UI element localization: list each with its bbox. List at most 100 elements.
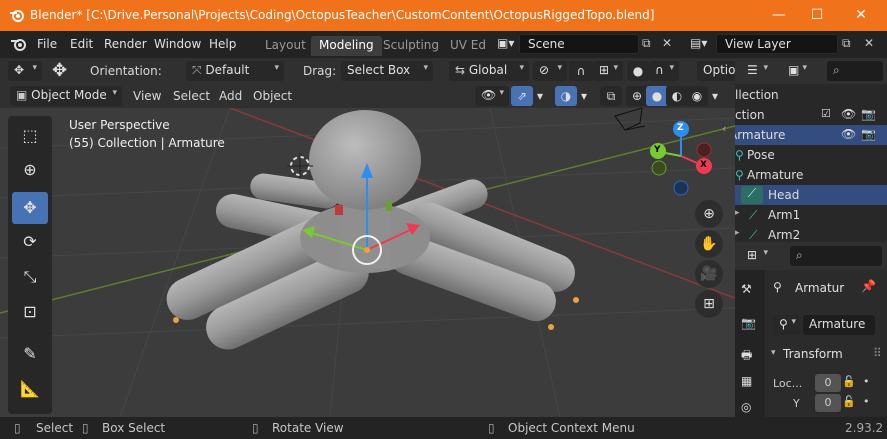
keyframe-dot-icon[interactable]: • (863, 395, 870, 408)
snap-toggle-icon[interactable]: ∩ (569, 61, 593, 81)
solid-shading-icon[interactable]: ● (646, 86, 668, 106)
camera-view-icon[interactable]: 🎥 (695, 260, 723, 288)
sidebar-collapse-icon[interactable]: ‹ (722, 122, 726, 135)
outliner-row[interactable]: llection (735, 85, 887, 105)
editor-type-dropdown[interactable]: ⊞ ▾ (741, 246, 773, 266)
gizmo-x-label[interactable]: X (700, 160, 707, 170)
scene-field[interactable]: Scene (519, 34, 639, 54)
measure-tool-icon[interactable]: 📐 (12, 373, 48, 405)
transform-section-title[interactable]: Transform (783, 347, 843, 361)
menu-file[interactable]: File (37, 37, 57, 51)
properties-search-input[interactable]: ⌕ (790, 246, 882, 266)
outliner-row[interactable]: ▸ ⟋ Arm2 (735, 225, 887, 242)
menu-help[interactable]: Help (209, 37, 236, 51)
options-dropdown[interactable]: Optio (697, 61, 735, 81)
snap-target-dropdown[interactable]: ⊞ ▾ (593, 61, 623, 81)
tab-sculpting[interactable]: Sculpting (375, 36, 447, 56)
tab-uv-editing[interactable]: UV Ed (442, 36, 494, 56)
blender-menu-icon[interactable] (10, 36, 28, 55)
mode-dropdown[interactable]: ▣ Object Mode ▾ (10, 86, 122, 106)
outliner-row[interactable]: Armature 👁 📷 (735, 125, 887, 145)
new-scene-icon[interactable]: ⧉ (642, 36, 651, 51)
outliner-row[interactable]: ction ☑ 👁 📷 (735, 105, 887, 125)
camera-render-icon[interactable]: 📷 (861, 107, 876, 121)
data-browse-dropdown[interactable]: ⚲ ▾ (773, 315, 801, 335)
xray-toggle-icon[interactable]: ⧉ (600, 86, 622, 106)
pin-icon[interactable]: 📌 (861, 279, 876, 293)
wireframe-shading-icon[interactable]: ⊕ (626, 86, 648, 106)
output-tab-icon[interactable]: 🖶 (741, 346, 752, 367)
tool-dropdown[interactable]: ✥ ▾ (8, 61, 42, 81)
maximize-button[interactable]: ☐ (798, 0, 836, 31)
render-tab-icon[interactable]: 📷 (741, 316, 756, 330)
tab-modeling[interactable]: Modeling (311, 36, 382, 56)
viewport-menu-select[interactable]: Select (173, 89, 210, 103)
zoom-icon[interactable]: ⊕ (695, 200, 723, 228)
overlay-toggle-icon[interactable]: ◑ (555, 86, 577, 106)
delete-view-layer-icon[interactable]: ✕ (864, 36, 874, 50)
view-layer-tab-icon[interactable]: ▦ (741, 374, 752, 388)
material-shading-icon[interactable]: ◐ (666, 86, 688, 106)
move-tool-icon[interactable]: ✥ (12, 192, 48, 224)
lock-icon[interactable]: 🔓 (842, 395, 856, 408)
new-view-layer-icon[interactable]: ⧉ (842, 36, 851, 51)
3d-viewport[interactable]: Z Y X User Perspective (55) Collection |… (0, 108, 735, 417)
rendered-shading-icon[interactable]: ◉ (686, 86, 708, 106)
close-button[interactable]: ✕ (842, 0, 880, 31)
viewport-menu-view[interactable]: View (133, 89, 161, 103)
data-name-field[interactable]: Armature (803, 315, 875, 335)
transform-tool-icon[interactable]: ⊡ (12, 296, 48, 328)
expand-arrow-icon[interactable]: ▸ (735, 208, 740, 218)
cursor-tool-icon[interactable]: ⊕ (12, 154, 48, 186)
pan-hand-icon[interactable]: ✋ (695, 230, 723, 258)
eye-icon[interactable]: 👁 (841, 107, 856, 121)
menu-window[interactable]: Window (154, 37, 201, 51)
scene-tab-icon[interactable]: ◎ (741, 400, 751, 414)
ortho-grid-icon[interactable]: ⊞ (695, 290, 723, 318)
outliner-row[interactable]: ⚲ Armature (735, 165, 887, 185)
annotate-tool-icon[interactable]: ✎ (12, 338, 48, 370)
select-box-tool-icon[interactable]: ⬚ (12, 120, 48, 152)
object-name[interactable]: Armatur (795, 281, 844, 295)
location-x-field[interactable]: 0 (815, 374, 841, 392)
proportional-edit-icon[interactable]: ● (627, 61, 649, 81)
gizmo-y-label[interactable]: Y (654, 145, 661, 155)
outliner-row[interactable]: ▸ ⟋ Arm1 (735, 205, 887, 225)
tool-tab-icon[interactable]: ⚒ (741, 282, 752, 296)
view-layer-icon[interactable]: ▤▾ (690, 36, 707, 50)
minimize-button[interactable]: — (760, 0, 798, 31)
drag-handle-icon[interactable]: ⠿ (873, 346, 882, 360)
rotate-tool-icon[interactable]: ⟳ (12, 226, 48, 258)
filter-dropdown[interactable]: ▣ ▾ (782, 61, 812, 81)
delete-scene-icon[interactable]: ✕ (662, 36, 672, 50)
orientation-dropdown[interactable]: ⤧ Default ▾ (186, 61, 284, 81)
checkbox-icon[interactable]: ☑ (821, 107, 831, 120)
outliner-search-input[interactable]: ⌕ (827, 61, 883, 81)
expand-arrow-icon[interactable]: ▸ (735, 228, 740, 238)
view-layer-field[interactable]: View Layer (716, 34, 838, 54)
eye-icon[interactable]: 👁 (841, 127, 856, 141)
outliner-row[interactable]: ⟋ Head (735, 185, 887, 205)
gizmo-toggle-icon[interactable]: ⇗ (511, 86, 533, 106)
shading-dropdown-icon[interactable]: ▾ (708, 86, 722, 106)
gizmo-dropdown-icon[interactable]: ▾ (533, 86, 547, 106)
scene-icon[interactable]: ▣▾ (497, 36, 514, 50)
transform-orientation-dropdown[interactable]: ⇆ Global ▾ (449, 61, 529, 81)
viewport-menu-add[interactable]: Add (219, 89, 242, 103)
viewport-menu-object[interactable]: Object (253, 89, 292, 103)
visibility-dropdown[interactable]: 👁 ▾ (475, 86, 509, 106)
outliner-row[interactable]: ⚲ Pose (735, 145, 887, 165)
tab-layout[interactable]: Layout (257, 36, 314, 56)
menu-render[interactable]: Render (104, 37, 147, 51)
gizmo-z-label[interactable]: Z (677, 123, 684, 133)
camera-render-icon[interactable]: 📷 (861, 127, 876, 141)
location-y-field[interactable]: 0 (815, 394, 841, 412)
lock-icon[interactable]: 🔓 (842, 375, 856, 388)
falloff-dropdown[interactable]: ∩ ▾ (649, 61, 679, 81)
section-expand-icon[interactable]: ▾ (771, 348, 776, 358)
display-mode-dropdown[interactable]: ☰ ▾ (741, 61, 773, 81)
menu-edit[interactable]: Edit (70, 37, 93, 51)
drag-dropdown[interactable]: Select Box ▾ (341, 61, 433, 81)
scale-tool-icon[interactable]: ⤡ (12, 261, 48, 293)
overlay-dropdown-icon[interactable]: ▾ (577, 86, 591, 106)
